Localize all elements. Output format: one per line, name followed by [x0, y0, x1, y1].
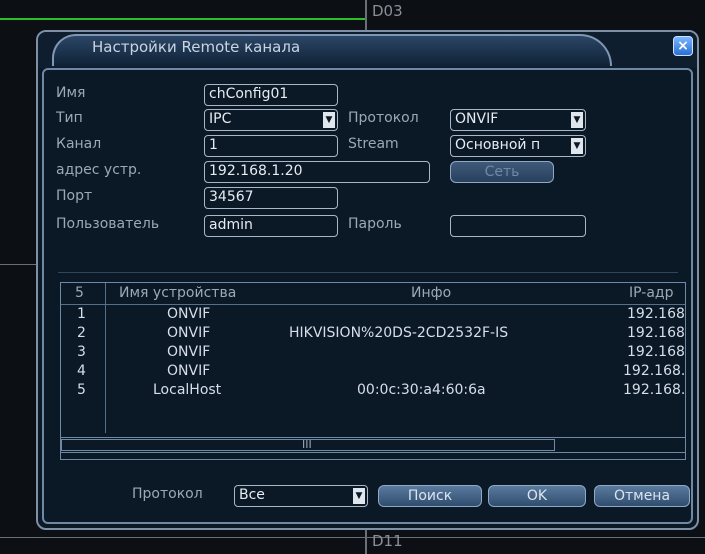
filter-protocol-label: Протокол: [132, 486, 203, 502]
ok-button[interactable]: OK: [488, 485, 586, 507]
row-ip: 192.168.: [623, 363, 686, 379]
row-ip: 192.168: [627, 344, 685, 360]
channel-highlight-line: [0, 18, 365, 20]
password-field[interactable]: [450, 215, 586, 237]
row-ip: 192.168: [627, 306, 685, 322]
name-label: Имя: [56, 85, 86, 101]
row-device-name: ONVIF: [167, 344, 211, 360]
grid-divider-bottom: [0, 537, 705, 538]
scroll-grip-icon: III: [302, 438, 312, 451]
port-label: Порт: [56, 188, 93, 204]
network-button[interactable]: Сеть: [450, 161, 554, 183]
row-device-name: ONVIF: [167, 363, 211, 379]
row-ip: 192.168.: [623, 382, 686, 398]
device-list-header: 5 Имя устройства Инфо IP-адр: [61, 283, 685, 305]
stream-select-value: Основной п: [455, 137, 541, 153]
type-label: Тип: [56, 110, 83, 126]
channel-label-bottom: D11: [372, 532, 403, 550]
stream-label: Stream: [348, 136, 399, 152]
row-number: 1: [77, 306, 86, 322]
chevron-down-icon: ▼: [353, 488, 365, 504]
dialog-body: Имя chConfig01 Тип IPC ▼ Протокол ONVIF …: [42, 68, 693, 524]
close-icon: ×: [677, 38, 689, 54]
row-info: 00:0c:30:a4:60:6a: [357, 382, 486, 398]
protocol-select[interactable]: ONVIF ▼: [450, 109, 586, 131]
horizontal-scrollbar[interactable]: III: [61, 437, 685, 453]
dialog-titlebar: Настройки Remote канала ×: [38, 32, 697, 68]
channel-label-top: D03: [372, 2, 403, 20]
close-button[interactable]: ×: [673, 36, 693, 56]
port-field[interactable]: 34567: [204, 187, 338, 209]
dialog-title: Настройки Remote канала: [92, 38, 301, 56]
type-select[interactable]: IPC ▼: [204, 109, 338, 131]
search-button[interactable]: Поиск: [378, 485, 482, 507]
stream-select[interactable]: Основной п ▼: [450, 135, 586, 157]
chevron-down-icon: ▼: [323, 112, 335, 128]
remote-channel-dialog: Настройки Remote канала × Имя chConfig01…: [36, 30, 699, 530]
row-number: 5: [77, 382, 86, 398]
row-device-name: ONVIF: [167, 325, 211, 341]
row-device-name: LocalHost: [153, 382, 222, 398]
header-info[interactable]: Инфо: [411, 285, 451, 301]
address-label: адрес устр.: [56, 162, 142, 178]
row-number: 2: [77, 325, 86, 341]
user-field[interactable]: admin: [204, 215, 338, 237]
name-field[interactable]: chConfig01: [204, 84, 338, 106]
protocol-select-value: ONVIF: [455, 111, 499, 127]
password-label: Пароль: [348, 216, 402, 232]
protocol-label: Протокол: [348, 110, 419, 126]
list-column-divider: [105, 283, 106, 433]
header-ip[interactable]: IP-адр: [629, 285, 673, 301]
scrollbar-thumb[interactable]: III: [61, 438, 555, 451]
channel-label: Канал: [56, 136, 102, 152]
type-select-value: IPC: [209, 111, 232, 127]
grid-divider-left: [0, 264, 36, 265]
cancel-button[interactable]: Отмена: [594, 485, 690, 507]
user-label: Пользователь: [56, 216, 160, 232]
address-field[interactable]: 192.168.1.20: [204, 161, 430, 183]
header-device-name[interactable]: Имя устройства: [119, 285, 236, 301]
row-device-name: ONVIF: [167, 306, 211, 322]
device-list[interactable]: 5 Имя устройства Инфо IP-адр 1 ONVIF 192…: [60, 282, 686, 460]
row-number: 4: [77, 363, 86, 379]
header-count: 5: [75, 285, 84, 301]
form-divider: [58, 272, 678, 273]
row-info: HIKVISION%20DS-2CD2532F-IS: [289, 325, 509, 341]
filter-protocol-select[interactable]: Все ▼: [234, 485, 368, 507]
row-ip: 192.168: [627, 325, 685, 341]
row-number: 3: [77, 344, 86, 360]
filter-protocol-value: Все: [239, 487, 265, 503]
channel-field[interactable]: 1: [204, 135, 338, 157]
chevron-down-icon: ▼: [571, 138, 583, 154]
chevron-down-icon: ▼: [571, 112, 583, 128]
